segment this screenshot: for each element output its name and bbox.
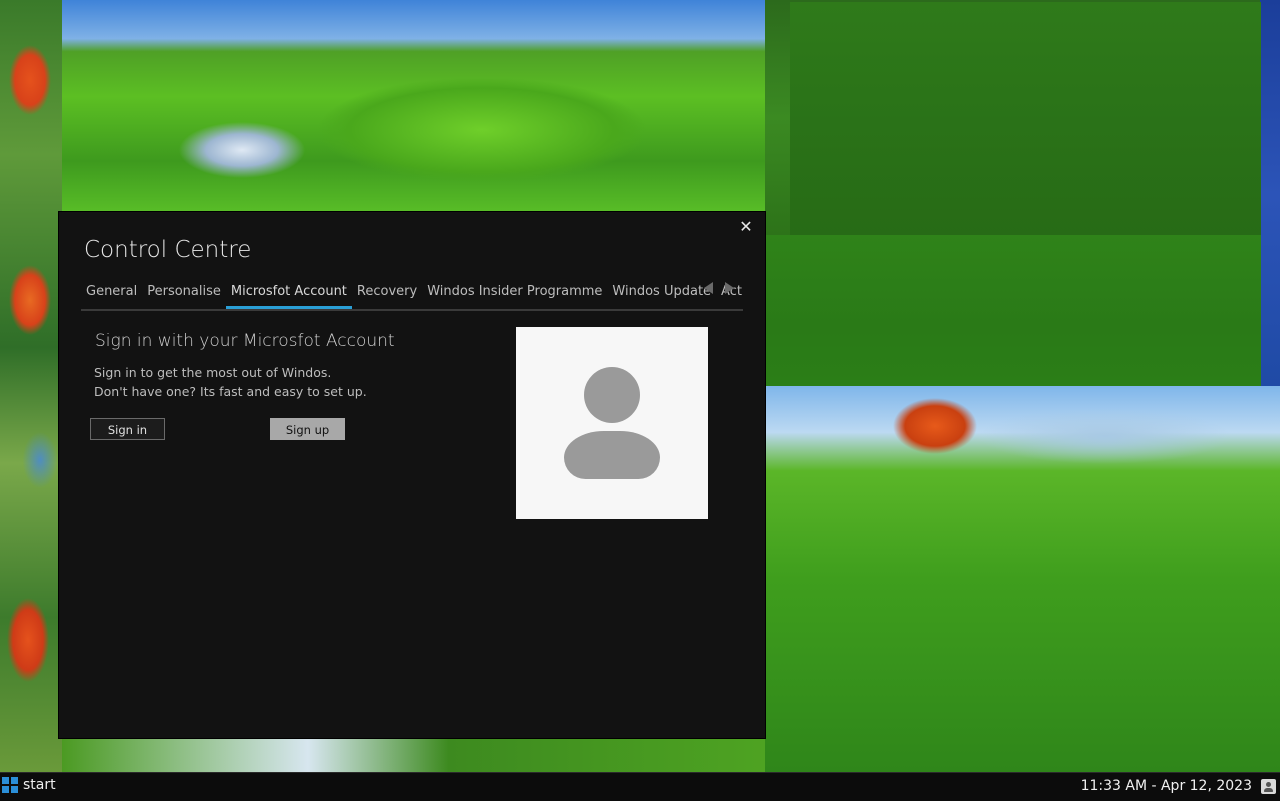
desktop-wallpaper-edge xyxy=(1260,0,1280,390)
tab-bar: General Personalise Microsfot Account Re… xyxy=(81,283,743,311)
desktop-wallpaper-left xyxy=(0,0,68,772)
taskbar: start 11:33 AM - Apr 12, 2023 xyxy=(0,772,1280,801)
desktop-overlay-panel-lower xyxy=(765,235,1261,386)
tab-microsoft-account[interactable]: Microsfot Account xyxy=(225,283,352,309)
tab-scroll-left-icon[interactable] xyxy=(704,282,713,294)
tab-insider-programme[interactable]: Windos Insider Programme xyxy=(422,283,607,307)
tab-windows-update[interactable]: Windos Update xyxy=(607,283,716,307)
start-label: start xyxy=(23,777,56,793)
windows-logo-icon xyxy=(2,777,18,793)
window-title: Control Centre xyxy=(84,237,252,263)
taskbar-clock[interactable]: 11:33 AM - Apr 12, 2023 xyxy=(1081,778,1252,794)
sign-up-button[interactable]: Sign up xyxy=(270,418,345,440)
description-line-2: Don't have one? Its fast and easy to set… xyxy=(94,384,367,399)
avatar-head-icon xyxy=(584,367,640,423)
user-account-icon[interactable] xyxy=(1261,779,1276,794)
control-centre-window: ✕ Control Centre General Personalise Mic… xyxy=(59,212,765,738)
close-button[interactable]: ✕ xyxy=(737,218,755,236)
sign-in-button[interactable]: Sign in xyxy=(90,418,165,440)
desktop-wallpaper-bottom-left xyxy=(62,735,765,772)
desktop-wallpaper-top xyxy=(62,0,790,215)
start-button[interactable]: start xyxy=(2,777,56,793)
desktop-wallpaper-bottom-right xyxy=(765,386,1280,772)
tab-general[interactable]: General xyxy=(81,283,142,307)
avatar-body-icon xyxy=(564,431,660,479)
desktop-overlay-panel xyxy=(790,2,1261,235)
section-description: Sign in to get the most out of Windos. D… xyxy=(94,363,367,401)
tab-scroll-arrows xyxy=(704,282,734,294)
tab-personalise[interactable]: Personalise xyxy=(142,283,226,307)
tab-recovery[interactable]: Recovery xyxy=(352,283,422,307)
tab-scroll-right-icon[interactable] xyxy=(725,282,734,294)
account-avatar xyxy=(516,327,708,519)
description-line-1: Sign in to get the most out of Windos. xyxy=(94,365,332,380)
section-heading: Sign in with your Microsfot Account xyxy=(95,331,395,351)
